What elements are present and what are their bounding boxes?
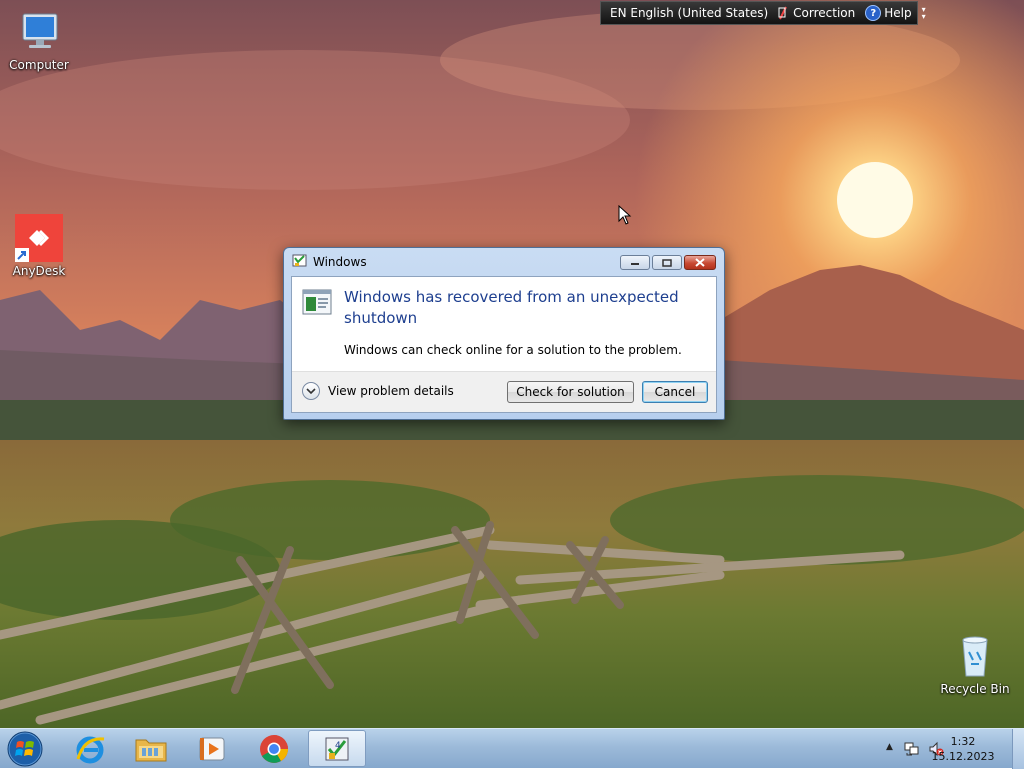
recycle-bin-icon (951, 632, 999, 680)
problem-reports-icon: 4 (325, 737, 349, 760)
desktop-icon-label: Recycle Bin (940, 682, 1010, 696)
show-desktop-button[interactable] (1012, 729, 1024, 769)
correction-button[interactable]: Correction (778, 6, 855, 20)
window-controls (620, 255, 716, 270)
desktop-icon-computer[interactable]: Computer (2, 8, 76, 72)
help-button[interactable]: ? Help (865, 5, 912, 21)
taskbar-app-media-player[interactable] (183, 730, 241, 767)
cancel-button[interactable]: Cancel (642, 381, 708, 403)
clock-date: 15.12.2023 (931, 750, 995, 763)
recovery-dialog: Windows Windows has recovered from an un… (283, 247, 725, 420)
mouse-cursor-icon (618, 204, 632, 228)
view-details-toggle[interactable]: View problem details (302, 382, 454, 400)
show-hidden-icons-arrow-icon[interactable]: ▲ (886, 742, 893, 752)
minimize-button[interactable] (620, 255, 650, 270)
media-player-icon (199, 737, 225, 760)
taskbar-app-problem-reports[interactable]: 4 (308, 730, 366, 767)
view-details-label: View problem details (328, 384, 454, 398)
dialog-title: Windows (313, 255, 367, 269)
help-icon: ? (865, 5, 882, 21)
pen-icon (778, 6, 788, 20)
close-button[interactable] (684, 255, 716, 270)
svg-text:4: 4 (335, 741, 341, 751)
desktop-icon-label: AnyDesk (12, 264, 66, 278)
network-icon[interactable] (904, 741, 920, 760)
dialog-footer: View problem details Check for solution … (292, 371, 716, 412)
desktop-icon-recycle-bin[interactable]: Recycle Bin (938, 632, 1012, 696)
help-label: Help (884, 6, 912, 20)
computer-icon (15, 8, 63, 56)
internet-explorer-icon (76, 736, 105, 763)
error-report-icon (302, 289, 332, 318)
windows-start-icon (7, 731, 43, 767)
dialog-content: Windows has recovered from an unexpected… (291, 276, 717, 413)
taskbar-app-chrome[interactable] (245, 730, 303, 767)
dialog-description: Windows can check online for a solution … (344, 343, 682, 357)
close-icon (695, 258, 705, 267)
check-for-solution-button[interactable]: Check for solution (507, 381, 634, 403)
chevron-down-icon (302, 382, 320, 400)
maximize-button[interactable] (652, 255, 682, 270)
folder-icon (135, 739, 167, 761)
clock[interactable]: 1:32 15.12.2023 (928, 734, 998, 764)
taskbar-app-explorer[interactable] (122, 730, 180, 767)
taskbar: 4 ▲ 1:32 15.12.2023 (0, 728, 1024, 769)
minimize-icon (631, 262, 639, 265)
chrome-icon (260, 734, 288, 763)
taskbar-app-internet-explorer[interactable] (61, 730, 119, 767)
options-arrow-icon[interactable]: ▾ ▾ (922, 6, 926, 21)
language-selector[interactable]: EN English (United States) (610, 6, 768, 20)
correction-label: Correction (793, 6, 856, 20)
desktop-icon-label: Computer (9, 58, 69, 72)
windows-flag-icon (292, 253, 308, 272)
clock-time: 1:32 (950, 735, 976, 748)
desktop-icon-anydesk[interactable]: AnyDesk (2, 214, 76, 278)
maximize-icon (662, 258, 672, 267)
start-button[interactable] (5, 730, 45, 768)
anydesk-icon (15, 214, 63, 262)
dialog-heading: Windows has recovered from an unexpected… (344, 288, 679, 327)
system-tray: ▲ 1:32 15.12.2023 (854, 729, 1024, 769)
language-bar[interactable]: EN English (United States) Correction ? … (600, 1, 926, 25)
